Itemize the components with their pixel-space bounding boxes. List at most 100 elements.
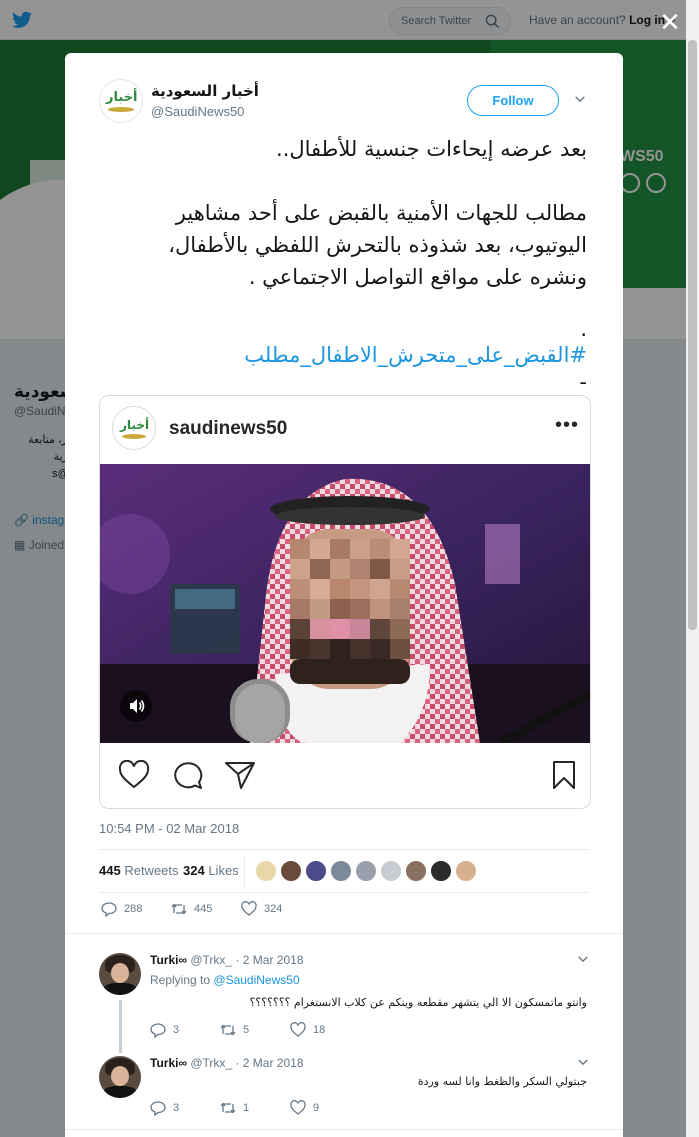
like-action[interactable]: 9 xyxy=(290,1100,319,1116)
tweet-text: بعد عرضه إيحاءات جنسية للأطفال.. مطالب ل… xyxy=(99,133,587,393)
comment-icon[interactable] xyxy=(172,760,204,790)
avatar-shirt xyxy=(103,1086,137,1098)
reply-avatar[interactable] xyxy=(99,1056,141,1098)
like-action[interactable]: 18 xyxy=(290,1022,325,1038)
author-name[interactable]: أخبار السعودية xyxy=(151,82,259,100)
replying-to-link[interactable]: @SaudiNews50 xyxy=(213,973,299,987)
reply-icon xyxy=(150,1023,166,1038)
author-avatar[interactable]: أخبار xyxy=(99,79,143,123)
reply-date[interactable]: · 2 Mar 2018 xyxy=(235,1056,303,1070)
liker-avatar[interactable] xyxy=(330,860,352,882)
tweet-gap xyxy=(99,293,587,319)
tweet-line: مطالب للجهات الأمنية بالقبض على أحد مشاه… xyxy=(175,201,587,225)
liker-avatar[interactable] xyxy=(355,860,377,882)
reply-icon xyxy=(101,902,117,917)
reply-icon xyxy=(150,1101,166,1116)
reply-action[interactable]: 288 xyxy=(101,901,142,917)
video-frame xyxy=(100,464,590,743)
avatar-logo-swoosh xyxy=(108,107,134,112)
heart-icon[interactable] xyxy=(118,760,150,790)
like-icon xyxy=(290,1100,306,1115)
caret-down-icon[interactable] xyxy=(574,93,588,107)
avatar-face xyxy=(111,1066,129,1086)
tweet-gap xyxy=(99,165,587,197)
sound-icon[interactable] xyxy=(120,690,152,722)
follow-button[interactable]: Follow xyxy=(467,85,559,116)
likes-label: Likes xyxy=(208,863,239,878)
reply-tweet[interactable]: Turki∞ @Trkx_ · 2 Mar 2018 Replying to @… xyxy=(99,953,589,1045)
like-action[interactable]: 324 xyxy=(241,901,282,917)
tweet-modal: أخبار أخبار السعودية @SaudiNews50 Follow… xyxy=(65,53,623,1137)
like-count: 324 xyxy=(264,903,283,915)
reply-count: 288 xyxy=(124,903,143,915)
retweet-action[interactable]: 1 xyxy=(220,1100,249,1116)
avatar-face xyxy=(111,963,129,983)
reply-author-handle: @Trkx_ xyxy=(190,953,233,967)
tweet-line: بعد عرضه إيحاءات جنسية للأطفال.. xyxy=(276,137,587,161)
retweet-icon xyxy=(171,903,187,915)
scrollbar-thumb[interactable] xyxy=(688,40,697,630)
likes-count: 324 xyxy=(183,863,205,878)
caret-down-icon[interactable] xyxy=(577,953,589,968)
retweet-icon xyxy=(220,1102,236,1114)
hashtag-link[interactable]: #القبض_على_متحرش_الاطفال_مطلب xyxy=(99,339,587,371)
liker-avatar[interactable] xyxy=(430,860,452,882)
reply-tweet[interactable]: Turki∞ @Trkx_ · 2 Mar 2018 جبتولي السكر … xyxy=(99,1056,589,1126)
like-count: 18 xyxy=(313,1024,326,1036)
reply-avatar[interactable] xyxy=(99,953,141,995)
reply-text: جبتولي السكر والظغط وانا لسه وردة xyxy=(417,1075,587,1088)
retweet-action[interactable]: 445 xyxy=(171,901,212,917)
close-icon[interactable]: ✕ xyxy=(656,8,684,36)
liker-avatar[interactable] xyxy=(305,860,327,882)
replies-divider xyxy=(65,933,623,934)
reply-action[interactable]: 3 xyxy=(150,1022,179,1038)
reply-author-handle: @Trkx_ xyxy=(190,1056,233,1070)
more-icon[interactable]: ••• xyxy=(555,414,579,437)
liker-avatar[interactable] xyxy=(455,860,477,882)
instagram-embed[interactable]: أخبار saudinews50 ••• xyxy=(99,395,591,809)
tweet-dot: . xyxy=(580,317,587,341)
instagram-actions xyxy=(100,756,590,796)
thread-line xyxy=(119,1000,122,1053)
instagram-username[interactable]: saudinews50 xyxy=(169,418,287,440)
retweet-count: 1 xyxy=(243,1102,250,1114)
reply-actions: 3 1 9 xyxy=(150,1100,450,1116)
reply-action[interactable]: 3 xyxy=(150,1100,179,1116)
caret-down-icon[interactable] xyxy=(577,1056,589,1071)
liker-avatar[interactable] xyxy=(405,860,427,882)
instagram-video[interactable] xyxy=(100,464,590,743)
retweet-count: 445 xyxy=(194,903,213,915)
retweet-action[interactable]: 5 xyxy=(220,1022,249,1038)
reply-author[interactable]: Turki∞ @Trkx_ · 2 Mar 2018 xyxy=(150,953,304,967)
replying-to: Replying to @SaudiNews50 xyxy=(150,973,300,987)
tweet-stats: 445 Retweets 324 Likes xyxy=(99,849,589,893)
avatar-logo-swoosh xyxy=(122,434,146,439)
reply-date[interactable]: · 2 Mar 2018 xyxy=(235,953,303,967)
reply-text: وانتو ماتمسكون الا الي يتشهر مقطعه وينكم… xyxy=(249,996,587,1009)
replies-bottom-divider xyxy=(65,1129,623,1130)
liker-avatar[interactable] xyxy=(280,860,302,882)
tweet-actions: 288 445 324 xyxy=(99,901,589,925)
avatar-logo-text: أخبار xyxy=(120,418,150,432)
retweet-icon xyxy=(220,1024,236,1036)
retweet-count: 5 xyxy=(243,1024,250,1036)
liker-avatar[interactable] xyxy=(380,860,402,882)
reply-count: 3 xyxy=(173,1102,180,1114)
like-icon xyxy=(290,1022,306,1037)
instagram-avatar[interactable]: أخبار xyxy=(112,406,156,450)
reply-author[interactable]: Turki∞ @Trkx_ · 2 Mar 2018 xyxy=(150,1056,304,1070)
tweet-dash: - xyxy=(579,370,587,394)
bookmark-icon[interactable] xyxy=(552,760,576,790)
reply-author-name: Turki∞ xyxy=(150,953,188,967)
like-count: 9 xyxy=(313,1102,320,1114)
likes-stat[interactable]: 324 Likes xyxy=(183,863,239,878)
retweets-stat[interactable]: 445 Retweets xyxy=(99,863,179,878)
tweet-line: ونشره على مواقع التواصل الاجتماعي . xyxy=(248,265,587,289)
share-icon[interactable] xyxy=(224,760,256,790)
avatar-shirt xyxy=(103,983,137,995)
retweets-label: Retweets xyxy=(124,863,179,878)
reply-actions: 3 5 18 xyxy=(150,1022,450,1038)
liker-avatar[interactable] xyxy=(255,860,277,882)
tweet-timestamp[interactable]: 10:54 PM - 02 Mar 2018 xyxy=(99,821,239,836)
author-handle[interactable]: @SaudiNews50 xyxy=(151,104,244,119)
